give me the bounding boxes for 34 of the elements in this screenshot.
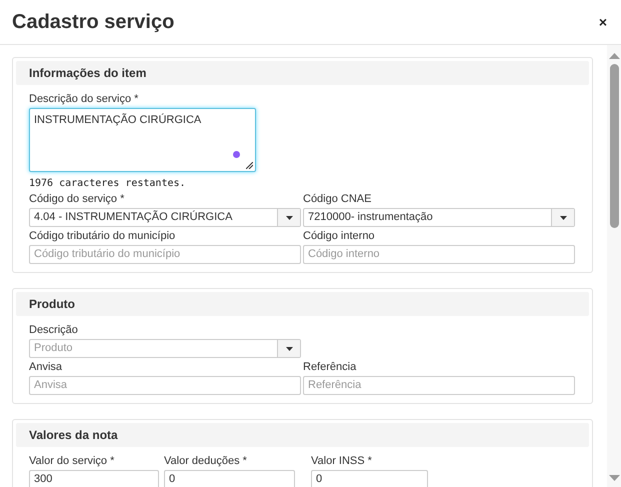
dialog-title: Cadastro serviço bbox=[12, 10, 174, 35]
field-label: Valor do serviço * bbox=[29, 455, 116, 468]
field-label: Valor deduções * bbox=[164, 455, 248, 468]
field-label: Referência bbox=[303, 361, 358, 374]
field-label: Descrição do serviço * bbox=[29, 93, 140, 106]
dropdown-button[interactable] bbox=[277, 209, 300, 226]
dropdown-button[interactable] bbox=[551, 209, 574, 226]
field-label: Código CNAE bbox=[303, 193, 372, 206]
caret-icon bbox=[286, 346, 292, 350]
section-title: Produto bbox=[29, 296, 75, 313]
select-field[interactable]: 4.04 - INSTRUMENTAÇÃO CIRÚRGICA bbox=[29, 208, 301, 227]
field-label: Código interno bbox=[303, 230, 376, 243]
section-title: Valores da nota bbox=[29, 427, 118, 444]
field-label: Descrição bbox=[29, 324, 79, 337]
section-title: Informações do item bbox=[29, 65, 146, 82]
character-counter: 1976 caracteres restantes. bbox=[29, 178, 187, 190]
caret-icon bbox=[286, 216, 292, 220]
input-field[interactable]: 300 bbox=[29, 470, 159, 487]
field-label: Código do serviço * bbox=[29, 193, 126, 206]
select-field[interactable]: 7210000- instrumentação bbox=[303, 208, 575, 227]
close-button[interactable]: × bbox=[598, 15, 609, 29]
description-textarea[interactable]: INSTRUMENTAÇÃO CIRÚRGICA bbox=[29, 108, 256, 172]
scroll-up-icon[interactable] bbox=[608, 53, 620, 59]
field-label: Valor INSS * bbox=[311, 455, 373, 468]
input-field[interactable]: 0 bbox=[164, 470, 295, 487]
scroll-down-icon[interactable] bbox=[608, 475, 620, 481]
scrollbar-thumb[interactable] bbox=[610, 64, 618, 228]
dropdown-button[interactable] bbox=[277, 340, 300, 357]
caret-icon bbox=[560, 216, 566, 220]
input-field[interactable]: 0 bbox=[311, 470, 428, 487]
scrollbar[interactable] bbox=[607, 45, 621, 487]
resize-handle-icon[interactable] bbox=[246, 162, 253, 169]
field-label: Código tributário do município bbox=[29, 230, 176, 243]
field-label: Anvisa bbox=[29, 361, 64, 374]
